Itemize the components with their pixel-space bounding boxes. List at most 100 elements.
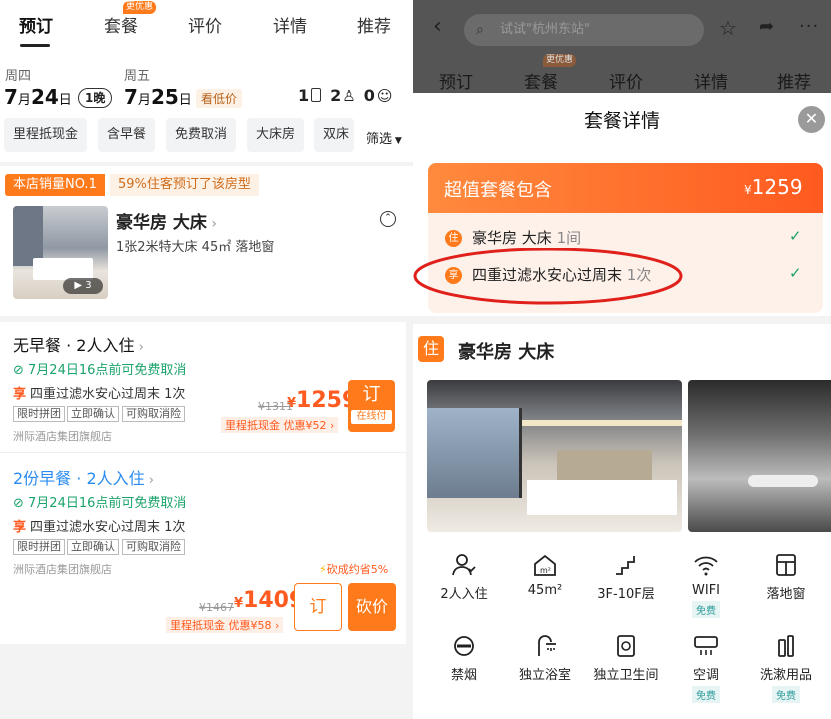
offer-2-title[interactable]: 2份早餐 · 2人入住 ›: [13, 465, 154, 489]
room-photo-main[interactable]: [427, 380, 682, 532]
bargain-save-note: ⚡砍成约省5%: [319, 563, 389, 576]
filter-king-bed[interactable]: 大床房: [247, 118, 305, 152]
check-icon: ✓: [789, 227, 802, 245]
offer-2-mileage-discount[interactable]: 里程抵现金 优惠¥58 ›: [166, 617, 284, 633]
amenity-toiletries: 洗漱用品 免费: [746, 634, 826, 703]
offer-1-tag-confirm: 立即确认: [67, 406, 119, 422]
offer-2-tag-confirm: 立即确认: [67, 539, 119, 555]
toiletries-icon: [778, 635, 794, 657]
guests-icon: [452, 554, 476, 576]
tab-booking[interactable]: 预订: [439, 68, 473, 93]
chevron-right-icon: ›: [206, 216, 217, 232]
chevron-right-icon: ›: [134, 340, 144, 355]
left-screen: 预订 套餐 更优惠 评价 详情 推荐 周四 7月24日 1晚 周五 7月25日 …: [0, 0, 413, 719]
checkout-date[interactable]: 7月25日: [124, 85, 192, 109]
share-icon[interactable]: ➦: [759, 16, 774, 37]
amenity-wifi: WIFI 免费: [666, 553, 746, 618]
sales-rank-badge: 本店销量NO.1: [5, 174, 105, 196]
tab-booking[interactable]: 预订: [19, 12, 53, 37]
search-input[interactable]: ⌕ 试试"杭州东站": [464, 14, 704, 46]
tab-package[interactable]: 套餐: [524, 68, 558, 93]
checkout-weekday: 周五: [124, 69, 151, 84]
air-conditioner-icon: [694, 636, 718, 655]
free-badge: 免费: [772, 686, 800, 703]
stairs-icon: [616, 556, 635, 575]
window-shape: [427, 408, 522, 498]
low-price-tag[interactable]: 看低价: [196, 89, 243, 108]
package-title: 超值套餐包含: [444, 180, 552, 201]
offer-1-price: ¥1259: [287, 388, 358, 413]
window-icon: [776, 554, 796, 576]
room-card[interactable]: 本店销量NO.1 59%住客预订了该房型 ▶ 3 豪华房 大床 › 1张2米特大…: [0, 166, 413, 316]
free-badge: 免费: [692, 686, 720, 703]
offer-2-bargain-button[interactable]: 砍价: [348, 583, 396, 631]
no-smoking-icon: [454, 636, 474, 656]
tab-reviews[interactable]: 评价: [188, 12, 222, 37]
room-thumbnail[interactable]: ▶ 3: [13, 206, 108, 299]
room-photo-bathroom[interactable]: [688, 380, 831, 532]
package-item-label: 豪华房 大床 1间: [472, 229, 582, 247]
amenity-toilet: 独立卫生间: [586, 634, 666, 683]
toilet-icon: [617, 635, 635, 657]
tab-details[interactable]: 详情: [694, 68, 728, 93]
more-icon[interactable]: ···: [799, 16, 819, 37]
filter-mileage[interactable]: 里程抵现金: [4, 118, 88, 152]
stay-icon: 住: [418, 336, 444, 362]
tab-package[interactable]: 套餐: [104, 12, 138, 37]
collapse-icon[interactable]: ⌃: [380, 211, 396, 227]
offer-1-tag-group: 限时拼团: [13, 406, 65, 422]
checkin-date[interactable]: 7月24日: [4, 85, 72, 109]
check-circle-icon: ⊘: [13, 496, 29, 511]
sink-shape: [748, 475, 818, 487]
svg-text:m²: m²: [540, 566, 551, 575]
filter-free-cancel[interactable]: 免费取消: [166, 118, 237, 152]
offer-2-original-price: ¥1467: [199, 601, 234, 614]
amenity-ac: 空调 免费: [666, 634, 746, 703]
room-icon: [311, 88, 322, 102]
close-icon[interactable]: ✕: [798, 106, 825, 133]
stay-icon: 住: [445, 230, 462, 247]
house-icon: m²: [534, 554, 556, 576]
perk-icon: 享: [13, 387, 27, 402]
bed-shape: [527, 480, 677, 515]
offer-1-book-button[interactable]: 订 在线付: [348, 380, 395, 432]
offer-1-mileage-discount[interactable]: 里程抵现金 优惠¥52 ›: [221, 417, 339, 433]
shower-icon: [538, 635, 556, 656]
offer-list: 无早餐 · 2人入住 › ⊘ 7月24日16点前可免费取消 享四重过滤水安心过周…: [0, 322, 406, 644]
package-header: 超值套餐包含 ¥1259: [428, 163, 823, 213]
filter-breakfast[interactable]: 含早餐: [98, 118, 156, 152]
amenity-no-smoking: 禁烟: [424, 634, 504, 683]
tab-details[interactable]: 详情: [273, 12, 307, 37]
photo-count: ▶ 3: [63, 278, 103, 294]
free-badge: 免费: [692, 601, 720, 618]
tab-recommend[interactable]: 推荐: [777, 68, 811, 93]
back-icon[interactable]: ‹: [433, 14, 442, 39]
favorite-icon[interactable]: ☆: [719, 16, 737, 40]
window-shape: [13, 206, 43, 266]
amenity-area: m² 45m²: [505, 553, 585, 598]
offer-1-cancel-policy: ⊘ 7月24日16点前可免费取消: [13, 363, 187, 378]
dimmed-header: ‹ ⌕ 试试"杭州东站" ☆ ➦ ··· 预订 套餐 更优惠 评价 详情 推荐: [413, 0, 831, 93]
room-name[interactable]: 豪华房 大床 ›: [116, 208, 217, 233]
room-section-title: 豪华房 大床: [458, 342, 555, 363]
chevron-right-icon: ›: [144, 473, 154, 488]
check-circle-icon: ⊘: [13, 363, 29, 378]
package-discount-badge: 更优惠: [123, 1, 157, 14]
nights-count: 1晚: [78, 88, 113, 108]
offer-2-tag-group: 限时拼团: [13, 539, 65, 555]
tab-recommend[interactable]: 推荐: [357, 12, 391, 37]
guest-selector[interactable]: 1 2♙ 0 ☺: [298, 86, 393, 105]
amenity-guests: 2人入住: [424, 553, 504, 602]
left-bottom-space: [0, 644, 413, 719]
offer-1-title[interactable]: 无早餐 · 2人入住 ›: [13, 332, 144, 356]
filter-twin-bed[interactable]: 双床: [314, 118, 354, 152]
sheet-title: 套餐详情: [583, 110, 660, 132]
offer-2-book-button[interactable]: 订: [294, 583, 342, 631]
divider: [0, 452, 406, 453]
tab-reviews[interactable]: 评价: [609, 68, 643, 93]
section-divider: [413, 316, 831, 324]
bed-shape: [33, 258, 93, 280]
offer-2-perk: 享四重过滤水安心过周末 1次: [13, 520, 186, 535]
date-selector[interactable]: 周四 7月24日 1晚 周五 7月25日 看低价 1 2♙ 0 ☺ 里程抵现金 含早餐…: [0, 52, 413, 162]
filter-more-button[interactable]: 筛选 ▼: [366, 128, 402, 147]
